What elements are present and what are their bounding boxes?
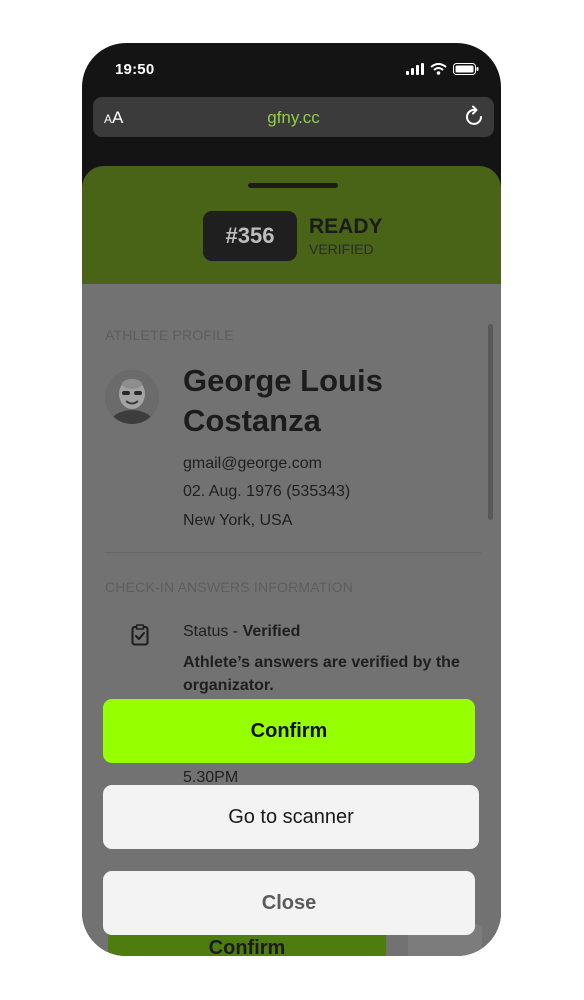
checkin-status: Status - Verified [183, 623, 301, 640]
athlete-profile-label: ATHLETE PROFILE [105, 327, 234, 343]
athlete-name: George Louis Costanza [183, 363, 383, 438]
url-text[interactable]: gfny.cc [93, 108, 494, 128]
ticket-substate: VERIFIED [309, 241, 374, 257]
checkin-answers-label: CHECK-IN ANSWERS INFORMATION [105, 579, 354, 595]
signal-icon [406, 63, 424, 75]
battery-icon [453, 63, 479, 75]
athlete-email: gmail@george.com [183, 455, 322, 472]
checkin-status-value: Verified [242, 623, 301, 640]
browser-address-bar[interactable]: AA gfny.cc [93, 97, 494, 137]
confirm-button[interactable]: Confirm [103, 699, 475, 763]
sheet-handle[interactable] [248, 183, 338, 188]
status-icons [406, 63, 479, 75]
divider [105, 552, 481, 553]
ticket-number-badge: #356 [203, 211, 297, 261]
reload-icon[interactable] [464, 105, 486, 129]
close-button[interactable]: Close [103, 871, 475, 935]
checkin-status-description: Athlete’s answers are verified by the or… [183, 654, 460, 694]
athlete-birthdate: 02. Aug. 1976 (535343) [183, 483, 351, 500]
go-to-scanner-button[interactable]: Go to scanner [103, 785, 479, 849]
scrollbar[interactable] [488, 324, 493, 520]
clipboard-check-icon [131, 624, 149, 646]
sheet-content: ATHLETE PROFILE George Louis Costanza gm… [82, 284, 501, 956]
wifi-icon [430, 63, 447, 75]
athlete-location: New York, USA [183, 512, 293, 529]
status-time: 19:50 [115, 61, 155, 78]
ticket-state: READY [309, 215, 383, 238]
avatar [105, 370, 159, 424]
status-bar: 19:50 [82, 43, 501, 99]
